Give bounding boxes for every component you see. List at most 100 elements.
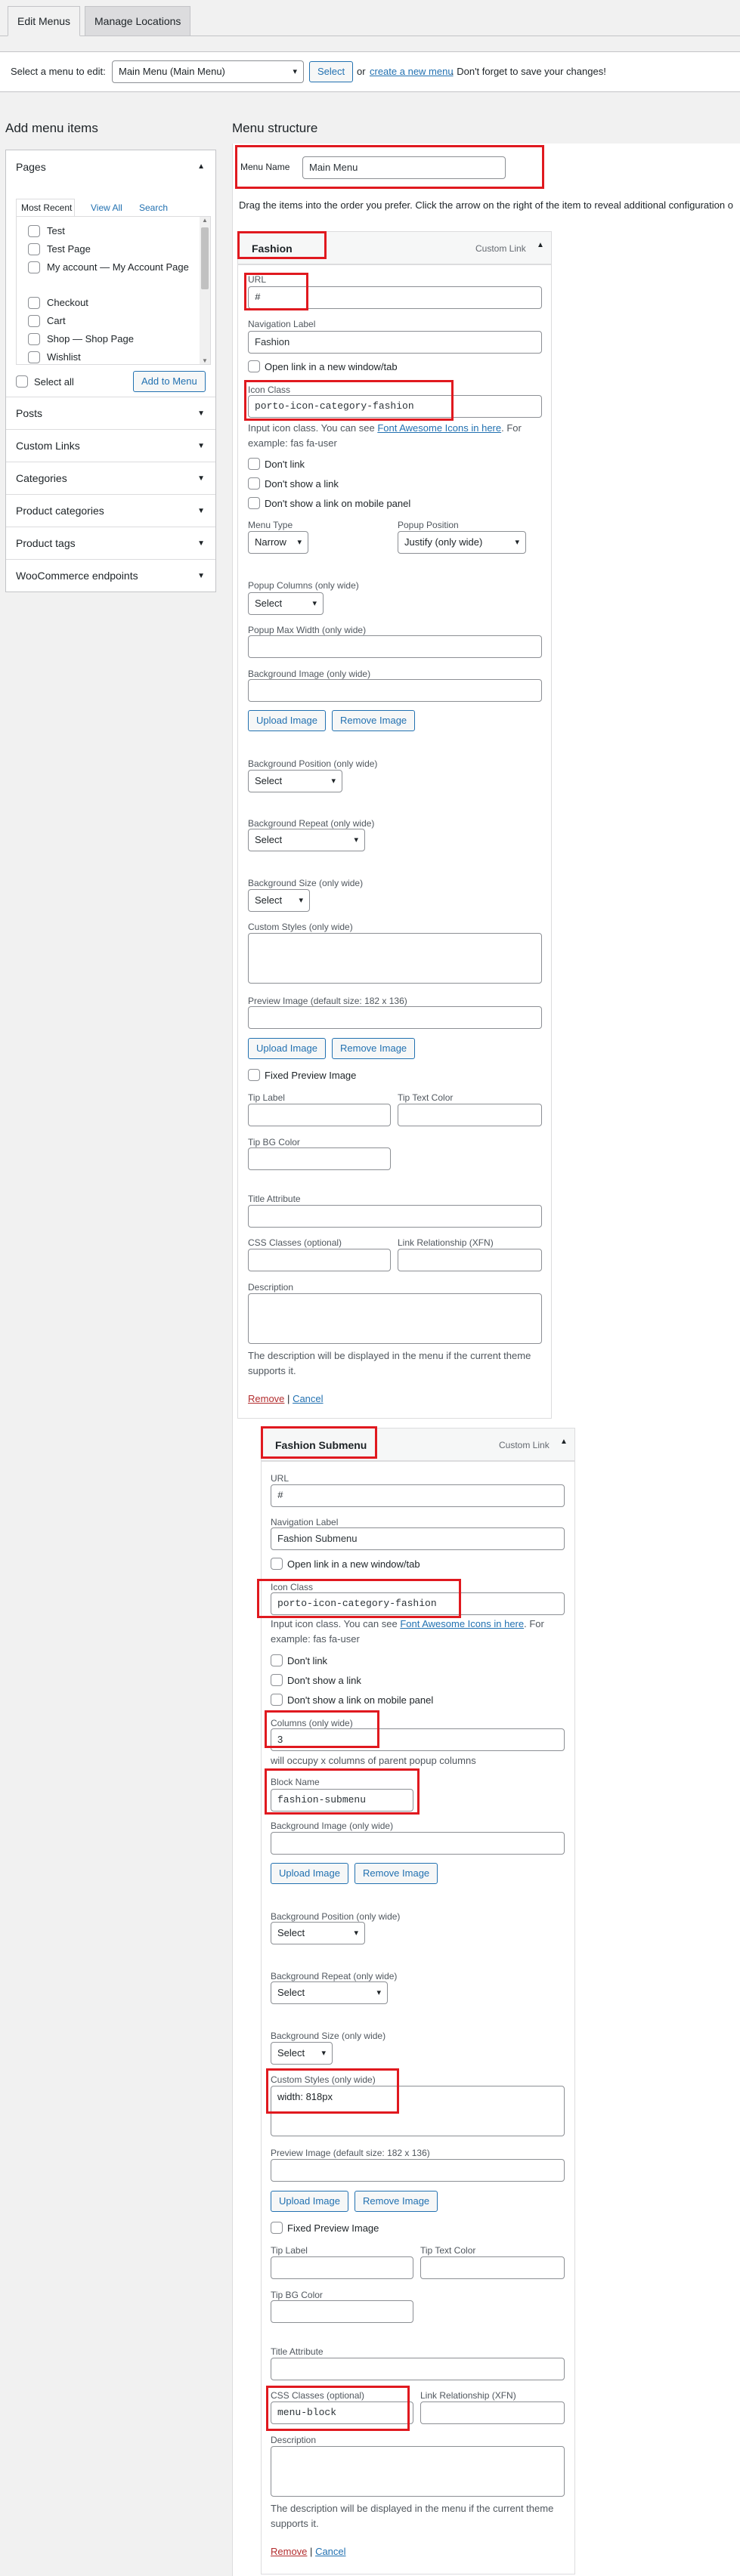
- title-attribute-input[interactable]: [271, 2358, 565, 2380]
- popup-max-width-input[interactable]: [248, 635, 542, 658]
- nav-label-input[interactable]: Fashion: [248, 331, 542, 354]
- tip-bg-color-input[interactable]: [271, 2300, 413, 2323]
- chevron-up-icon[interactable]: ▲: [537, 241, 544, 249]
- bg-size-select[interactable]: Select ▾: [248, 889, 310, 912]
- popup-columns-select[interactable]: Select ▾: [248, 592, 324, 615]
- remove-preview-button[interactable]: Remove Image: [332, 1038, 416, 1059]
- link-rel-input[interactable]: [398, 1249, 542, 1271]
- title-attribute-label: Title Attribute: [248, 1194, 301, 1204]
- page-checkbox[interactable]: [28, 351, 40, 363]
- highlight-box: [265, 1710, 379, 1748]
- remove-link[interactable]: Remove: [271, 2546, 307, 2557]
- chevron-down-icon: ▼: [197, 507, 205, 515]
- fixed-preview-checkbox[interactable]: [271, 2222, 283, 2234]
- bg-size-select[interactable]: Select ▾: [271, 2042, 333, 2065]
- remove-preview-button[interactable]: Remove Image: [355, 2191, 438, 2212]
- chevron-down-icon: ▼: [197, 572, 205, 580]
- remove-image-button[interactable]: Remove Image: [355, 1863, 438, 1884]
- tip-text-color-input[interactable]: [398, 1104, 542, 1126]
- chevron-down-icon: ▾: [354, 1929, 358, 1938]
- tab-edit-menus[interactable]: Edit Menus: [8, 6, 81, 36]
- upload-preview-button[interactable]: Upload Image: [271, 2191, 348, 2212]
- section-custom-links[interactable]: Custom Links ▼: [6, 429, 215, 462]
- bg-image-label: Background Image (only wide): [271, 1821, 394, 1831]
- section-woocommerce-endpoints[interactable]: WooCommerce endpoints ▼: [6, 559, 215, 591]
- dont-show-mobile-checkbox[interactable]: [248, 497, 260, 509]
- upload-preview-button[interactable]: Upload Image: [248, 1038, 326, 1059]
- bg-image-input[interactable]: [271, 1832, 565, 1855]
- remove-link[interactable]: Remove: [248, 1393, 284, 1404]
- page-checkbox[interactable]: [28, 333, 40, 345]
- menu-type-select[interactable]: Narrow ▾: [248, 531, 308, 554]
- page-checkbox[interactable]: [28, 315, 40, 327]
- bg-repeat-select[interactable]: Select ▾: [248, 829, 365, 851]
- chevron-down-icon: ▾: [376, 1988, 381, 1997]
- page-label: Test Page: [47, 243, 91, 255]
- description-textarea[interactable]: [248, 1293, 542, 1344]
- cancel-link[interactable]: Cancel: [293, 1393, 323, 1404]
- add-to-menu-button[interactable]: Add to Menu: [133, 371, 206, 392]
- css-classes-input[interactable]: [248, 1249, 391, 1271]
- popup-position-label: Popup Position: [398, 520, 459, 530]
- cancel-link[interactable]: Cancel: [315, 2546, 345, 2557]
- create-menu-link[interactable]: create a new menu: [370, 66, 454, 77]
- columns-help: will occupy x columns of parent popup co…: [271, 1755, 476, 1766]
- new-tab-checkbox[interactable]: [271, 1558, 283, 1570]
- section-categories[interactable]: Categories ▼: [6, 462, 215, 494]
- font-awesome-link[interactable]: Font Awesome Icons in here: [377, 422, 501, 434]
- tab-view-all[interactable]: View All: [91, 202, 122, 213]
- dont-show-mobile-checkbox[interactable]: [271, 1694, 283, 1706]
- chevron-down-icon: ▾: [299, 896, 303, 905]
- tab-most-recent[interactable]: Most Recent: [21, 202, 72, 213]
- link-rel-input[interactable]: [420, 2401, 565, 2424]
- remove-image-button[interactable]: Remove Image: [332, 710, 416, 731]
- description-help: The description will be displayed in the…: [248, 1350, 531, 1376]
- upload-image-button[interactable]: Upload Image: [271, 1863, 348, 1884]
- bg-image-input[interactable]: [248, 679, 542, 702]
- select-all-checkbox[interactable]: [16, 375, 28, 388]
- dont-show-link-checkbox[interactable]: [248, 477, 260, 490]
- fixed-preview-checkbox[interactable]: [248, 1069, 260, 1081]
- tip-label-input[interactable]: [248, 1104, 391, 1126]
- section-product-tags[interactable]: Product tags ▼: [6, 527, 215, 559]
- popup-position-select[interactable]: Justify (only wide) ▾: [398, 531, 526, 554]
- page-checkbox[interactable]: [28, 261, 40, 273]
- chevron-up-icon[interactable]: ▲: [560, 1438, 568, 1446]
- tab-search[interactable]: Search: [139, 202, 168, 213]
- section-product-categories[interactable]: Product categories ▼: [6, 494, 215, 527]
- highlight-box: [261, 1426, 377, 1459]
- title-attribute-input[interactable]: [248, 1205, 542, 1228]
- url-input[interactable]: #: [271, 1484, 565, 1507]
- dont-link-checkbox[interactable]: [271, 1654, 283, 1666]
- menu-select[interactable]: Main Menu (Main Menu) ▾: [112, 60, 304, 83]
- menu-type-label: Menu Type: [248, 520, 293, 530]
- bg-position-select[interactable]: Select ▾: [271, 1922, 365, 1944]
- nav-label-input[interactable]: Fashion Submenu: [271, 1527, 565, 1550]
- preview-image-label: Preview Image (default size: 182 x 136): [248, 996, 407, 1006]
- page-checkbox[interactable]: [28, 297, 40, 309]
- pages-section-header[interactable]: Pages ▲: [6, 150, 215, 184]
- tip-bg-color-input[interactable]: [248, 1147, 391, 1170]
- bg-repeat-select[interactable]: Select ▾: [271, 1981, 388, 2004]
- bg-position-select[interactable]: Select ▾: [248, 770, 342, 792]
- popup-max-width-label: Popup Max Width (only wide): [248, 625, 367, 635]
- preview-image-input[interactable]: [271, 2159, 565, 2182]
- pages-list: ▲ ▼ Test Test Page My account — My Accou…: [16, 216, 211, 365]
- page-checkbox[interactable]: [28, 225, 40, 237]
- pages-scrollbar[interactable]: ▲ ▼: [200, 217, 210, 364]
- tip-text-color-input[interactable]: [420, 2256, 565, 2279]
- tab-manage-locations[interactable]: Manage Locations: [85, 6, 191, 36]
- dont-link-checkbox[interactable]: [248, 458, 260, 470]
- description-textarea[interactable]: [271, 2446, 565, 2497]
- dont-show-link-checkbox[interactable]: [271, 1674, 283, 1686]
- section-posts[interactable]: Posts ▼: [6, 397, 215, 429]
- tip-bg-color-label: Tip BG Color: [248, 1137, 300, 1147]
- font-awesome-link[interactable]: Font Awesome Icons in here: [400, 1618, 524, 1629]
- custom-styles-textarea[interactable]: [248, 933, 542, 984]
- select-button[interactable]: Select: [309, 61, 354, 82]
- tip-label-input[interactable]: [271, 2256, 413, 2279]
- preview-image-input[interactable]: [248, 1006, 542, 1029]
- upload-image-button[interactable]: Upload Image: [248, 710, 326, 731]
- page-checkbox[interactable]: [28, 243, 40, 255]
- new-tab-checkbox[interactable]: [248, 360, 260, 372]
